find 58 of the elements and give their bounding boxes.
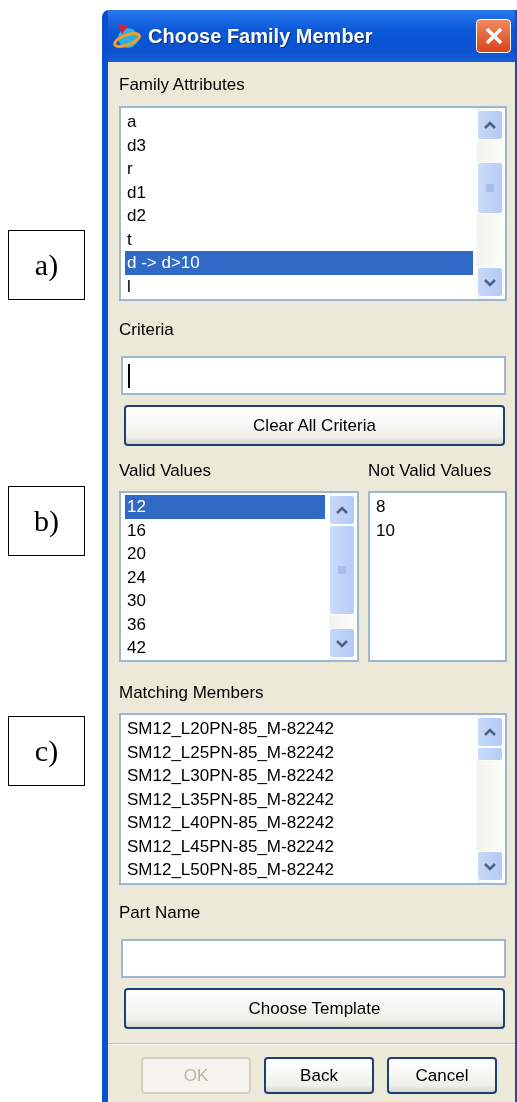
clear-criteria-button[interactable]: Clear All Criteria (124, 405, 505, 446)
scroll-down-button[interactable] (477, 851, 503, 881)
dialog-button[interactable]: Back (264, 1057, 374, 1094)
app-logo-icon (112, 21, 142, 51)
section-label: Matching Members (119, 682, 265, 704)
section-label: Family Attributes (119, 74, 246, 96)
section-label: Part Name (119, 902, 202, 924)
list-item[interactable]: 36 (125, 612, 325, 636)
scroll-thumb[interactable] (477, 162, 503, 214)
list-item[interactable]: 30 (125, 589, 325, 613)
section-label: Not Valid Values (368, 460, 493, 482)
list-item[interactable]: a (125, 110, 473, 134)
list-item[interactable]: 12 (125, 495, 325, 519)
list-item[interactable]: SM12_L40PN-85_M-82242 (125, 811, 473, 835)
list-item[interactable]: d1 (125, 180, 473, 204)
list-item[interactable]: 16 (125, 518, 325, 542)
scroll-thumb[interactable] (329, 525, 355, 615)
list-item[interactable]: 20 (125, 542, 325, 566)
part-name-field[interactable] (121, 939, 506, 978)
scroll-thumb[interactable] (477, 747, 503, 761)
figure-label: b) (8, 486, 85, 556)
scrollbar[interactable] (329, 493, 357, 660)
list-item[interactable]: 42 (125, 636, 325, 660)
list-item[interactable]: SM12_L30PN-85_M-82242 (125, 764, 473, 788)
list-item[interactable]: t (125, 227, 473, 251)
list-item[interactable]: SM12_L45PN-85_M-82242 (125, 834, 473, 858)
close-button[interactable] (476, 19, 511, 53)
scroll-up-button[interactable] (477, 110, 503, 140)
section-label: Valid Values (119, 460, 212, 482)
scroll-down-button[interactable] (477, 267, 503, 297)
criteria-field[interactable] (121, 356, 506, 395)
figure-label: c) (8, 716, 85, 786)
scroll-up-button[interactable] (329, 495, 355, 525)
figure-label: a) (8, 230, 85, 300)
list-item[interactable]: d2 (125, 204, 473, 228)
list-item[interactable]: d -> d>10 (125, 251, 473, 275)
choose-template-button[interactable]: Choose Template (124, 988, 505, 1029)
dialog-button[interactable]: Cancel (387, 1057, 497, 1094)
list-item[interactable]: SM12_L50PN-85_M-82242 (125, 858, 473, 882)
scrollbar[interactable] (477, 715, 505, 883)
list-item[interactable]: r (125, 157, 473, 181)
scrollbar[interactable] (477, 108, 505, 299)
list-item[interactable]: 10 (374, 518, 501, 542)
list-item[interactable]: d3 (125, 133, 473, 157)
grip-icon (337, 566, 347, 574)
section-label: Criteria (119, 319, 175, 341)
text-cursor (128, 363, 130, 388)
scroll-up-button[interactable] (477, 717, 503, 747)
list-item[interactable]: 8 (374, 495, 501, 519)
list-item[interactable]: SM12_L35PN-85_M-82242 (125, 787, 473, 811)
close-icon (483, 26, 504, 46)
list-item[interactable]: l (125, 274, 473, 298)
grip-icon (485, 184, 495, 192)
list-item[interactable]: SM12_L20PN-85_M-82242 (125, 717, 473, 741)
list-item[interactable]: 24 (125, 565, 325, 589)
list-item[interactable]: SM12_L25PN-85_M-82242 (125, 740, 473, 764)
window-title: Choose Family Member (148, 24, 374, 48)
scroll-down-button[interactable] (329, 628, 355, 658)
